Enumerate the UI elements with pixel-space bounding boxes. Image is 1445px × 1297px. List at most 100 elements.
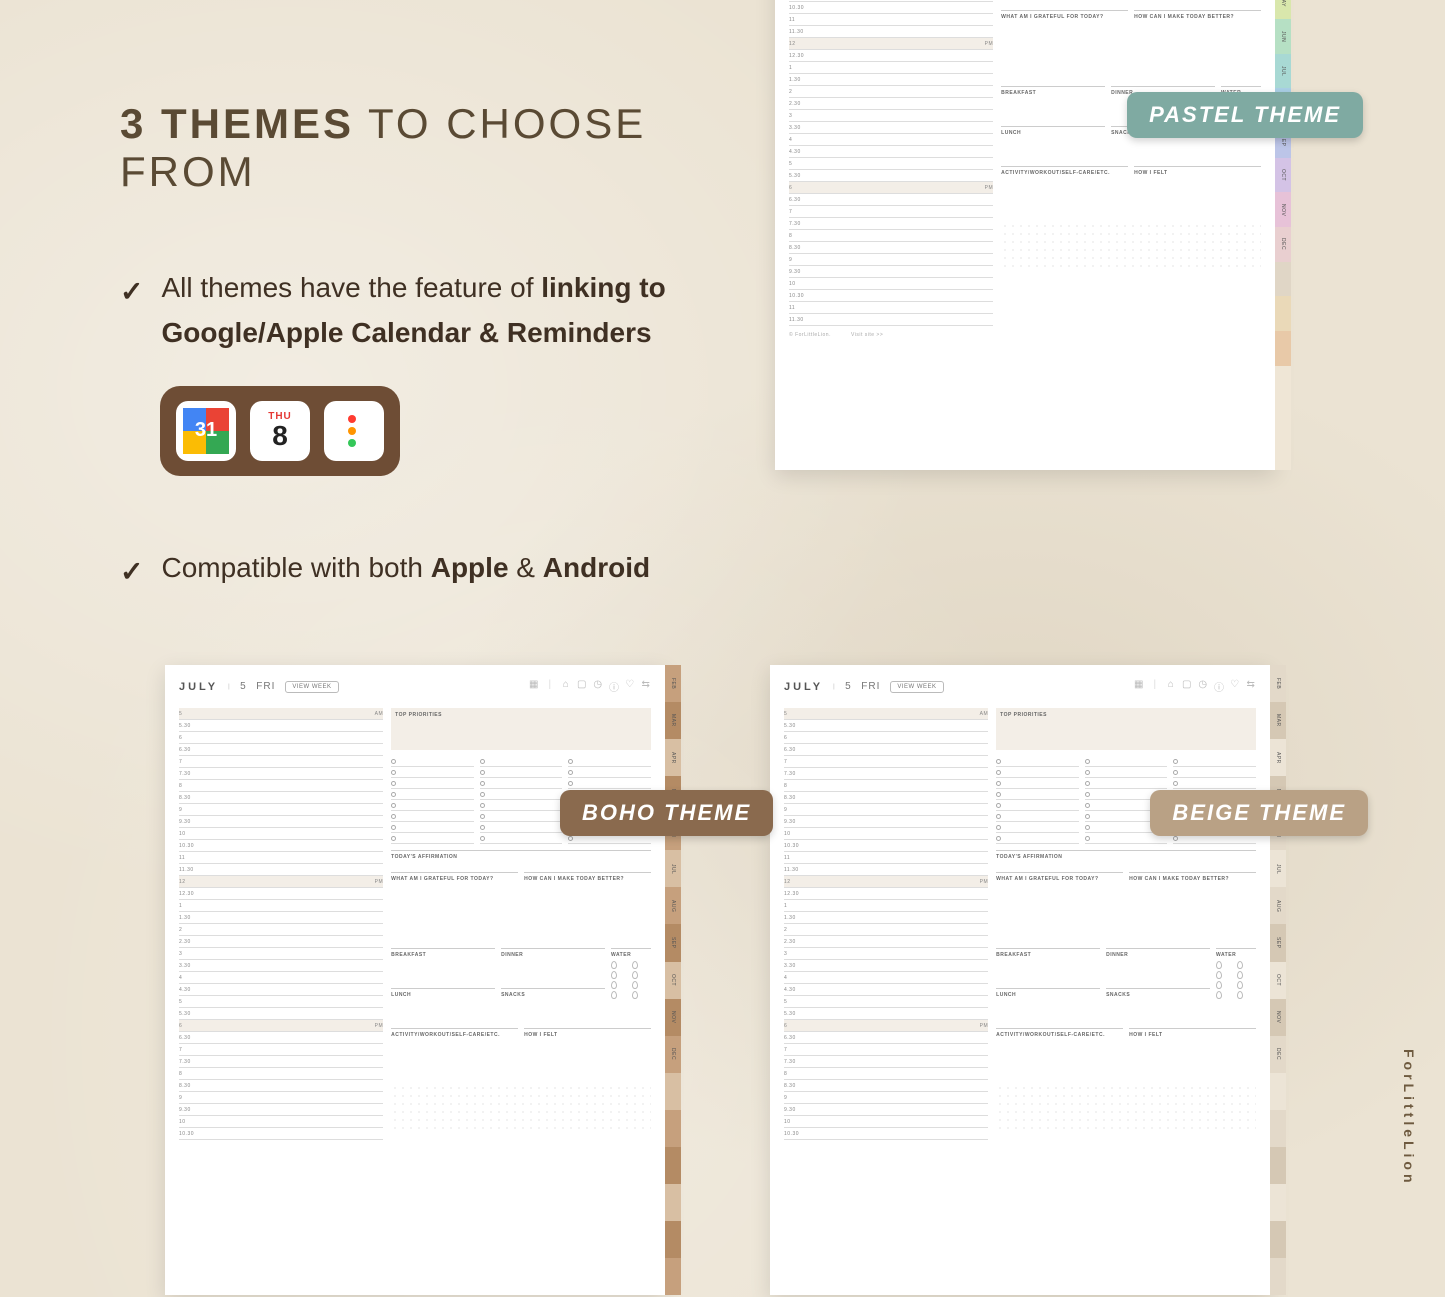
task-checkbox-icon[interactable] xyxy=(391,759,396,764)
month-tab[interactable] xyxy=(1270,1073,1286,1110)
task-checkbox-icon[interactable] xyxy=(568,836,573,841)
month-tab[interactable]: NOV xyxy=(1270,999,1286,1036)
task-checkbox-icon[interactable] xyxy=(391,803,396,808)
month-tab[interactable]: JUN xyxy=(1275,19,1291,54)
view-week-button[interactable]: VIEW WEEK xyxy=(285,681,338,693)
task-checkbox-icon[interactable] xyxy=(480,825,485,830)
water-drop-icon[interactable] xyxy=(1237,961,1243,969)
sync-icon[interactable]: ⇆ xyxy=(641,679,651,694)
task-checkbox-icon[interactable] xyxy=(480,814,485,819)
task-checkbox-icon[interactable] xyxy=(1173,770,1178,775)
month-tab[interactable] xyxy=(1275,262,1291,297)
task-checkbox-icon[interactable] xyxy=(1173,759,1178,764)
month-tab[interactable]: AUG xyxy=(1270,887,1286,924)
task-checkbox-icon[interactable] xyxy=(1173,781,1178,786)
month-tab[interactable]: APR xyxy=(665,739,681,776)
task-checkbox-icon[interactable] xyxy=(568,770,573,775)
month-tab[interactable]: MAR xyxy=(665,702,681,739)
month-tab[interactable]: JUL xyxy=(1275,54,1291,89)
task-checkbox-icon[interactable] xyxy=(480,759,485,764)
month-tab[interactable]: OCT xyxy=(665,962,681,999)
home-icon[interactable]: ⌂ xyxy=(1166,679,1176,694)
month-tab[interactable]: MAY xyxy=(1275,0,1291,19)
clock-icon[interactable]: ◷ xyxy=(1198,679,1208,694)
water-drop-icon[interactable] xyxy=(632,971,638,979)
task-checkbox-icon[interactable] xyxy=(1085,781,1090,786)
month-tab[interactable]: DEC xyxy=(665,1036,681,1073)
task-checkbox-icon[interactable] xyxy=(480,836,485,841)
month-tab[interactable]: NOV xyxy=(1275,192,1291,227)
month-tab[interactable] xyxy=(1270,1147,1286,1184)
info-icon[interactable]: ⓘ xyxy=(1214,679,1224,694)
task-checkbox-icon[interactable] xyxy=(391,770,396,775)
task-checkbox-icon[interactable] xyxy=(1085,836,1090,841)
water-drop-icon[interactable] xyxy=(632,961,638,969)
month-tab[interactable]: DEC xyxy=(1270,1036,1286,1073)
month-tab[interactable] xyxy=(1270,1258,1286,1295)
task-checkbox-icon[interactable] xyxy=(996,836,1001,841)
task-checkbox-icon[interactable] xyxy=(996,803,1001,808)
task-checkbox-icon[interactable] xyxy=(996,814,1001,819)
task-checkbox-icon[interactable] xyxy=(996,781,1001,786)
task-checkbox-icon[interactable] xyxy=(480,792,485,797)
month-tab[interactable] xyxy=(665,1147,681,1184)
month-tab[interactable]: JUL xyxy=(665,850,681,887)
month-tab[interactable] xyxy=(665,1221,681,1258)
task-checkbox-icon[interactable] xyxy=(1173,836,1178,841)
task-checkbox-icon[interactable] xyxy=(1085,770,1090,775)
month-tab[interactable] xyxy=(1270,1221,1286,1258)
month-tab[interactable]: FEB xyxy=(1270,665,1286,702)
month-tab[interactable]: SEP xyxy=(665,924,681,961)
page-icon[interactable]: ▢ xyxy=(1182,679,1192,694)
task-checkbox-icon[interactable] xyxy=(391,836,396,841)
task-checkbox-icon[interactable] xyxy=(568,781,573,786)
water-drop-icon[interactable] xyxy=(1216,961,1222,969)
task-checkbox-icon[interactable] xyxy=(996,770,1001,775)
task-checkbox-icon[interactable] xyxy=(480,781,485,786)
month-tab[interactable]: DEC xyxy=(1275,227,1291,262)
task-checkbox-icon[interactable] xyxy=(480,803,485,808)
water-drop-icon[interactable] xyxy=(611,961,617,969)
task-checkbox-icon[interactable] xyxy=(391,792,396,797)
task-checkbox-icon[interactable] xyxy=(568,759,573,764)
task-checkbox-icon[interactable] xyxy=(1085,792,1090,797)
month-tab[interactable]: APR xyxy=(1270,739,1286,776)
task-checkbox-icon[interactable] xyxy=(1085,759,1090,764)
info-icon[interactable]: ⓘ xyxy=(609,679,619,694)
grid-icon[interactable]: ▦ xyxy=(1134,679,1144,694)
page-icon[interactable]: ▢ xyxy=(577,679,587,694)
task-checkbox-icon[interactable] xyxy=(1085,825,1090,830)
month-tab[interactable] xyxy=(1275,296,1291,331)
heart-icon[interactable]: ♡ xyxy=(1230,679,1240,694)
task-checkbox-icon[interactable] xyxy=(1085,814,1090,819)
month-tab[interactable] xyxy=(1275,331,1291,366)
month-tab[interactable]: OCT xyxy=(1275,158,1291,193)
heart-icon[interactable]: ♡ xyxy=(625,679,635,694)
month-tab[interactable]: AUG xyxy=(665,887,681,924)
task-checkbox-icon[interactable] xyxy=(1085,803,1090,808)
task-checkbox-icon[interactable] xyxy=(996,759,1001,764)
month-tab[interactable]: JUL xyxy=(1270,850,1286,887)
month-tab[interactable] xyxy=(1270,1184,1286,1221)
month-tab[interactable]: FEB xyxy=(665,665,681,702)
month-tab[interactable] xyxy=(665,1184,681,1221)
month-tab[interactable] xyxy=(665,1258,681,1295)
grid-icon[interactable]: ▦ xyxy=(529,679,539,694)
month-tab[interactable] xyxy=(665,1073,681,1110)
task-checkbox-icon[interactable] xyxy=(480,770,485,775)
task-checkbox-icon[interactable] xyxy=(391,814,396,819)
month-tab[interactable]: OCT xyxy=(1270,962,1286,999)
month-tab[interactable] xyxy=(1270,1110,1286,1147)
task-checkbox-icon[interactable] xyxy=(391,825,396,830)
month-tab[interactable]: MAR xyxy=(1270,702,1286,739)
water-drop-icon[interactable] xyxy=(611,971,617,979)
task-checkbox-icon[interactable] xyxy=(996,792,1001,797)
task-checkbox-icon[interactable] xyxy=(996,825,1001,830)
task-checkbox-icon[interactable] xyxy=(391,781,396,786)
water-drop-icon[interactable] xyxy=(1237,971,1243,979)
sync-icon[interactable]: ⇆ xyxy=(1246,679,1256,694)
month-tab[interactable] xyxy=(1275,435,1291,470)
home-icon[interactable]: ⌂ xyxy=(561,679,571,694)
water-drop-icon[interactable] xyxy=(1216,971,1222,979)
month-tab[interactable] xyxy=(1275,366,1291,401)
